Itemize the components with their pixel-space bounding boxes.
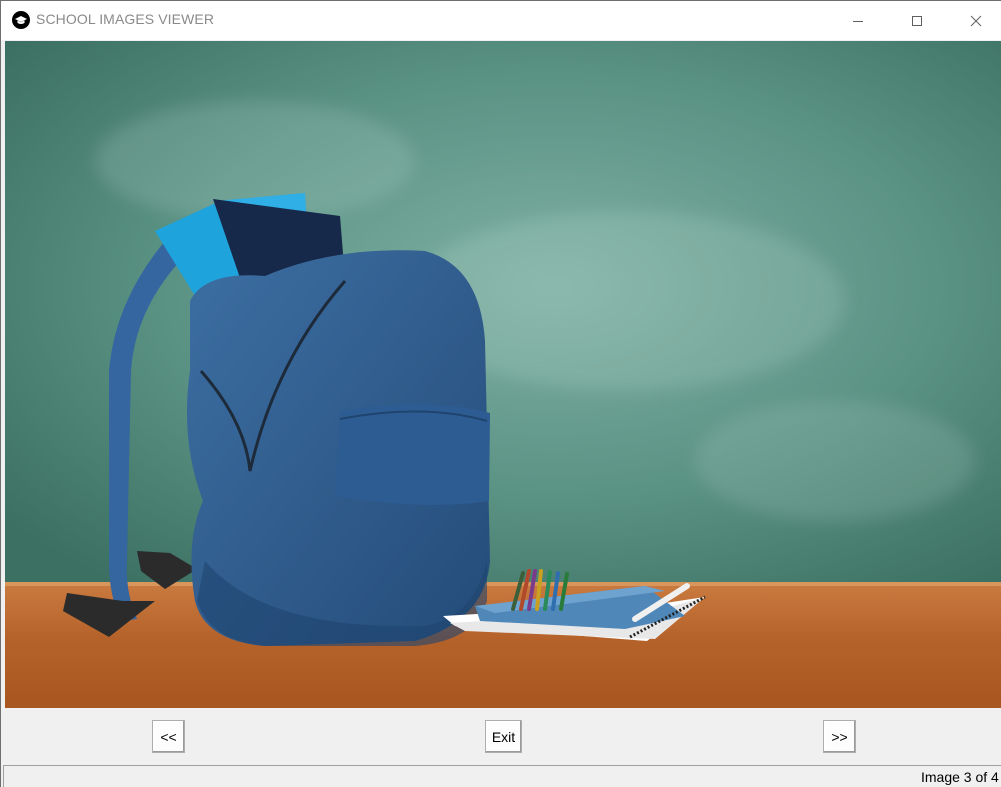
exit-button[interactable]: Exit — [485, 720, 522, 753]
previous-image-button[interactable]: << — [152, 720, 185, 753]
image-counter: Image 3 of 4 — [921, 769, 999, 785]
status-bar: Image 3 of 4 — [3, 765, 1001, 787]
close-icon — [970, 15, 982, 26]
school-photo — [5, 41, 1001, 708]
window-title: SCHOOL IMAGES VIEWER — [36, 11, 215, 27]
minimize-button[interactable] — [829, 1, 887, 40]
title-bar[interactable]: SCHOOL IMAGES VIEWER — [1, 1, 1001, 40]
controls-panel: << Exit >> — [1, 708, 1001, 765]
minimize-icon — [853, 20, 863, 22]
maximize-icon — [912, 15, 922, 26]
maximize-button[interactable] — [888, 1, 946, 40]
app-window: SCHOOL IMAGES VIEWER << Exit >> Image 3 … — [0, 0, 1001, 787]
next-image-button[interactable]: >> — [823, 720, 856, 753]
close-window-button[interactable] — [947, 1, 1001, 40]
graduation-cap-icon — [12, 11, 30, 29]
image-display — [5, 41, 1001, 708]
